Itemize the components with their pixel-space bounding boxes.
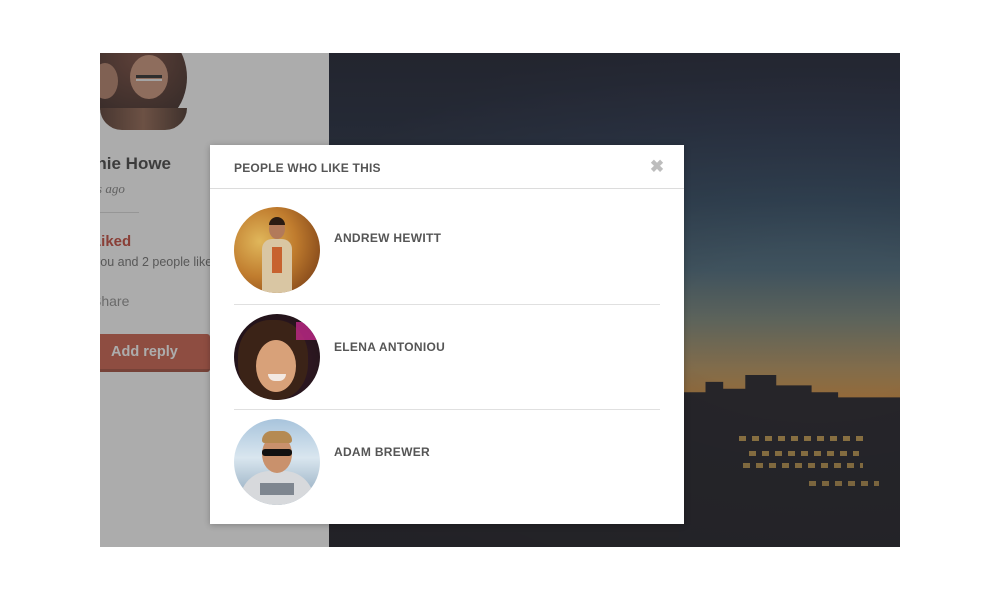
avatar[interactable] <box>234 419 320 505</box>
list-item[interactable]: ELENA ANTONIOU <box>234 304 660 409</box>
close-icon[interactable]: ✖ <box>648 158 666 176</box>
avatar[interactable] <box>234 207 320 293</box>
likes-modal: PEOPLE WHO LIKE THIS ✖ ANDREW HEWITT ELE… <box>210 145 684 524</box>
people-list: ANDREW HEWITT ELENA ANTONIOU ADAM BREWER <box>234 207 660 514</box>
list-item[interactable]: ADAM BREWER <box>234 409 660 514</box>
person-name[interactable]: ANDREW HEWITT <box>334 231 441 245</box>
avatar[interactable] <box>234 314 320 400</box>
modal-header: PEOPLE WHO LIKE THIS ✖ <box>210 145 684 189</box>
person-name[interactable]: ADAM BREWER <box>334 445 430 459</box>
modal-title: PEOPLE WHO LIKE THIS <box>234 161 381 175</box>
list-item[interactable]: ANDREW HEWITT <box>234 207 660 304</box>
person-name[interactable]: ELENA ANTONIOU <box>334 340 445 354</box>
